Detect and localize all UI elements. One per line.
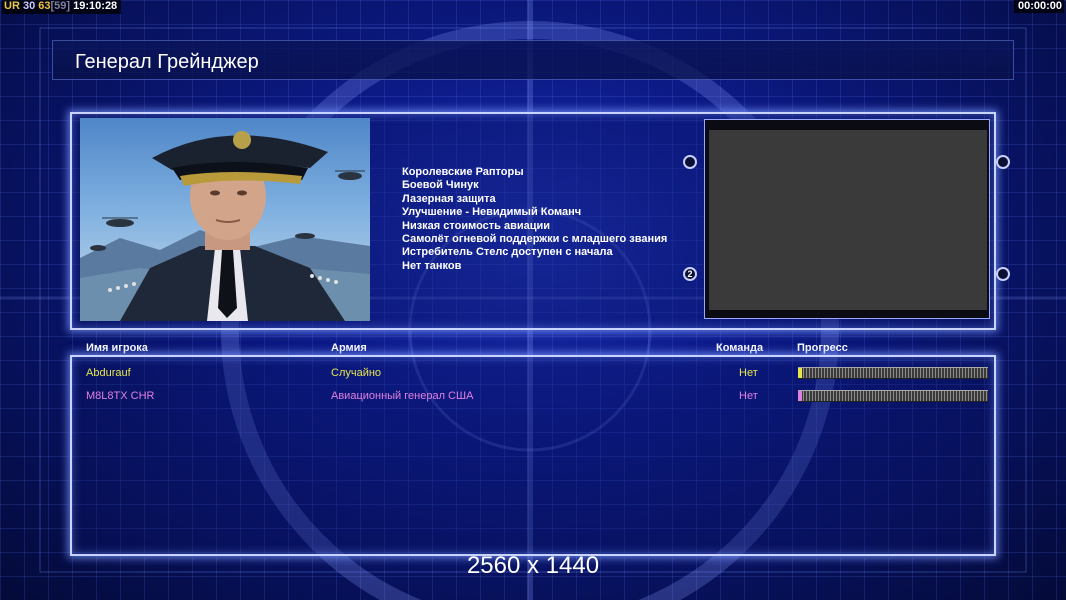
- player-army: Случайно: [331, 367, 382, 379]
- status-ur: UR: [4, 0, 20, 12]
- status-clock: 19:10:28: [73, 0, 118, 12]
- column-header-team: Команда: [716, 342, 764, 354]
- general-portrait-image: [80, 118, 370, 321]
- players-table-panel: [70, 355, 996, 556]
- player-name: M8L8TX CHR: [86, 390, 155, 402]
- resolution-label: 2560 x 1440: [466, 552, 600, 579]
- player-team: Нет: [739, 367, 758, 379]
- video-preview-screen: [709, 130, 987, 310]
- player-army: Авиационный генерал США: [331, 390, 474, 402]
- status-timer: 00:00:00: [1013, 0, 1064, 13]
- player-progress-fill: [798, 368, 802, 378]
- feature-item: Низкая стоимость авиации: [402, 219, 551, 232]
- loading-screen: UR 30 63[59] 19:10:28 00:00:00 Генерал Г…: [0, 0, 1066, 600]
- column-header-progress: Прогресс: [797, 342, 848, 354]
- column-header-player: Имя игрока: [86, 342, 148, 354]
- column-header-army: Армия: [331, 342, 367, 354]
- player-progress-bar: [798, 367, 988, 379]
- table-row: M8L8TX CHR Авиационный генерал США Нет: [0, 387, 1066, 405]
- feature-item: Лазерная защита: [402, 192, 496, 205]
- title-bar: Генерал Грейнджер: [52, 40, 1014, 80]
- player-team: Нет: [739, 390, 758, 402]
- general-title: Генерал Грейнджер: [75, 51, 259, 73]
- status-value-b: 63: [38, 0, 51, 12]
- panel-knob-label: 2: [687, 269, 693, 279]
- player-progress-bar: [798, 390, 988, 402]
- feature-item: Истребитель Стелс доступен с начала: [402, 246, 613, 259]
- table-row: Abdurauf Случайно Нет: [0, 364, 1066, 382]
- status-bar-left: UR 30 63[59] 19:10:28: [2, 0, 122, 14]
- player-progress-fill: [798, 391, 802, 401]
- feature-item: Королевские Рапторы: [402, 166, 524, 178]
- feature-item: Нет танков: [402, 259, 462, 272]
- player-name: Abdurauf: [86, 367, 131, 379]
- panel-knob-icon: [996, 155, 1010, 169]
- status-value-a: 30: [22, 0, 36, 12]
- panel-knob-icon: [683, 155, 697, 169]
- feature-item: Боевой Чинук: [402, 179, 479, 192]
- video-preview-frame: [704, 119, 990, 319]
- general-features-list: Королевские Рапторы Боевой Чинук Лазерна…: [402, 166, 667, 273]
- feature-item: Улучшение - Невидимый Команч: [402, 206, 582, 219]
- panel-knob-icon: 2: [683, 267, 697, 281]
- panel-knob-icon: [996, 267, 1010, 281]
- status-value-c: [59]: [50, 0, 71, 12]
- feature-item: Самолёт огневой поддержки с младшего зва…: [402, 233, 668, 246]
